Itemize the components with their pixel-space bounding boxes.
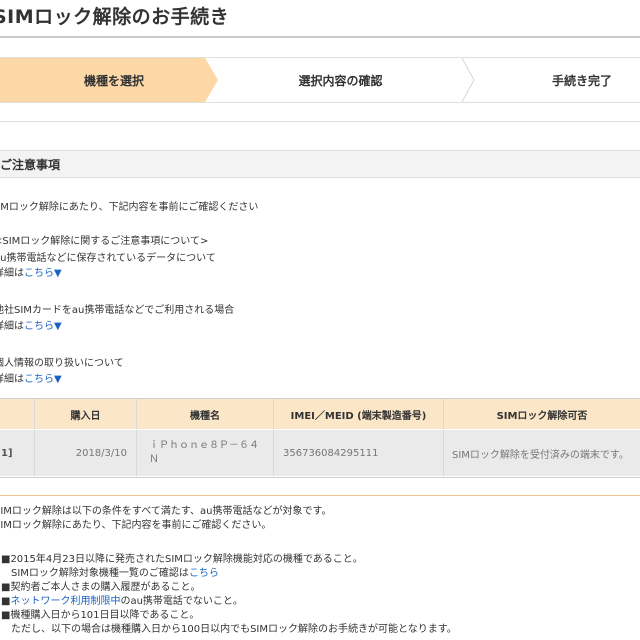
section-divider bbox=[0, 121, 640, 122]
imei-number: 356736084295111 bbox=[283, 447, 379, 459]
column-header-imei: IMEI／MEID (端末製造番号) bbox=[290, 410, 427, 422]
row-index: 1] bbox=[1, 447, 13, 459]
condition-text: SIMロック解除対象機種一覧のご確認は bbox=[1, 568, 189, 579]
triangle-down-icon[interactable]: ▼ bbox=[54, 321, 62, 332]
condition-text: のau携帯電話でないこと。 bbox=[120, 596, 243, 607]
table-header-row: 購入日 機種名 IMEI／MEID (端末製造番号) SIMロック解除可否 bbox=[0, 399, 640, 429]
step-complete: 手続き完了 bbox=[468, 58, 640, 102]
condition-item: ■ネットワーク利用制限中のau携帯電話でないこと。 bbox=[1, 595, 243, 608]
notice-item-detail: 詳細はこちら▼ bbox=[0, 267, 62, 281]
column-header-date: 購入日 bbox=[70, 410, 101, 422]
conditions-intro-line: SIMロック解除にあたり、下記内容を事前にご確認ください。 bbox=[0, 520, 272, 531]
detail-link[interactable]: こちら bbox=[24, 268, 54, 279]
notice-block-heading: <SIMロック解除に関するご注意事項について> bbox=[0, 236, 209, 247]
notice-content: SIMロック解除にあたり、下記内容を事前にご確認ください <SIMロック解除に関… bbox=[0, 178, 640, 400]
conditions-intro-line: SIMロック解除は以下の条件をすべて満たす、au携帯電話などが対象です。 bbox=[0, 506, 332, 517]
notice-item-title: au携帯電話などに保存されているデータについて bbox=[0, 253, 216, 264]
notice-intro: SIMロック解除にあたり、下記内容を事前にご確認ください bbox=[0, 202, 259, 213]
column-header-model: 機種名 bbox=[190, 410, 220, 422]
step-select-model: 機種を選択 bbox=[0, 58, 218, 102]
column-header-unlock-status: SIMロック解除可否 bbox=[496, 410, 588, 422]
step-label: 機種を選択 bbox=[83, 73, 144, 88]
table-row: 1] 2018/3/10 ｉＰｈｏｎｅ８Ｐ－６４ Ｎ 3567360842951… bbox=[0, 430, 640, 476]
model-name: ｉＰｈｏｎｅ８Ｐ－６４ Ｎ bbox=[137, 430, 273, 476]
page-title: SIMロック解除のお手続き bbox=[0, 6, 230, 28]
detail-prefix: 詳細は bbox=[0, 268, 24, 279]
condition-item: ■契約者ご本人さまの購入履歴があること。 bbox=[1, 582, 201, 593]
notice-heading: ご注意事項 bbox=[0, 157, 61, 172]
detail-link[interactable]: こちら bbox=[24, 321, 54, 332]
detail-prefix: 詳細は bbox=[0, 321, 24, 332]
conditions-divider bbox=[0, 495, 640, 496]
notice-item-detail: 詳細はこちら▼ bbox=[0, 373, 62, 387]
purchase-date: 2018/3/10 bbox=[75, 447, 127, 459]
device-table: 購入日 機種名 IMEI／MEID (端末製造番号) SIMロック解除可否 1]… bbox=[0, 398, 640, 478]
notice-item-detail: 詳細はこちら▼ bbox=[0, 320, 62, 334]
model-name-line: Ｎ bbox=[149, 454, 159, 465]
step-label: 手続き完了 bbox=[551, 73, 612, 88]
condition-item: ■2015年4月23日以降に発売されたSIMロック解除機能対応の機種であること。 bbox=[1, 554, 363, 565]
model-list-link[interactable]: こちら bbox=[189, 568, 219, 579]
condition-item: SIMロック解除対象機種一覧のご確認はこちら bbox=[1, 567, 219, 580]
step-progress-bar: 機種を選択 選択内容の確認 手続き完了 bbox=[0, 57, 640, 103]
step-confirm-selection: 選択内容の確認 bbox=[218, 58, 463, 102]
detail-prefix: 詳細は bbox=[0, 374, 24, 385]
detail-link[interactable]: こちら bbox=[24, 374, 54, 385]
network-restriction-link[interactable]: ネットワーク利用制限中 bbox=[10, 596, 120, 607]
triangle-down-icon[interactable]: ▼ bbox=[54, 374, 62, 385]
notice-header: ご注意事項 bbox=[0, 150, 640, 178]
model-name-line: ｉＰｈｏｎｅ８Ｐ－６４ bbox=[149, 440, 259, 451]
condition-item: ■機種購入日から101日目以降であること。 bbox=[1, 610, 200, 621]
triangle-down-icon[interactable]: ▼ bbox=[54, 268, 62, 279]
unlock-status: SIMロック解除を受付済みの端末です。 bbox=[452, 449, 629, 461]
title-divider bbox=[0, 36, 640, 38]
notice-item-title: 他社SIMカードをau携帯電話などでご利用される場合 bbox=[0, 305, 235, 316]
step-label: 選択内容の確認 bbox=[298, 73, 383, 88]
notice-item-title: 個人情報の取り扱いについて bbox=[0, 358, 124, 369]
condition-item: ただし、以下の場合は機種購入日から100日以内でもSIMロック解除のお手続きが可… bbox=[1, 624, 457, 635]
